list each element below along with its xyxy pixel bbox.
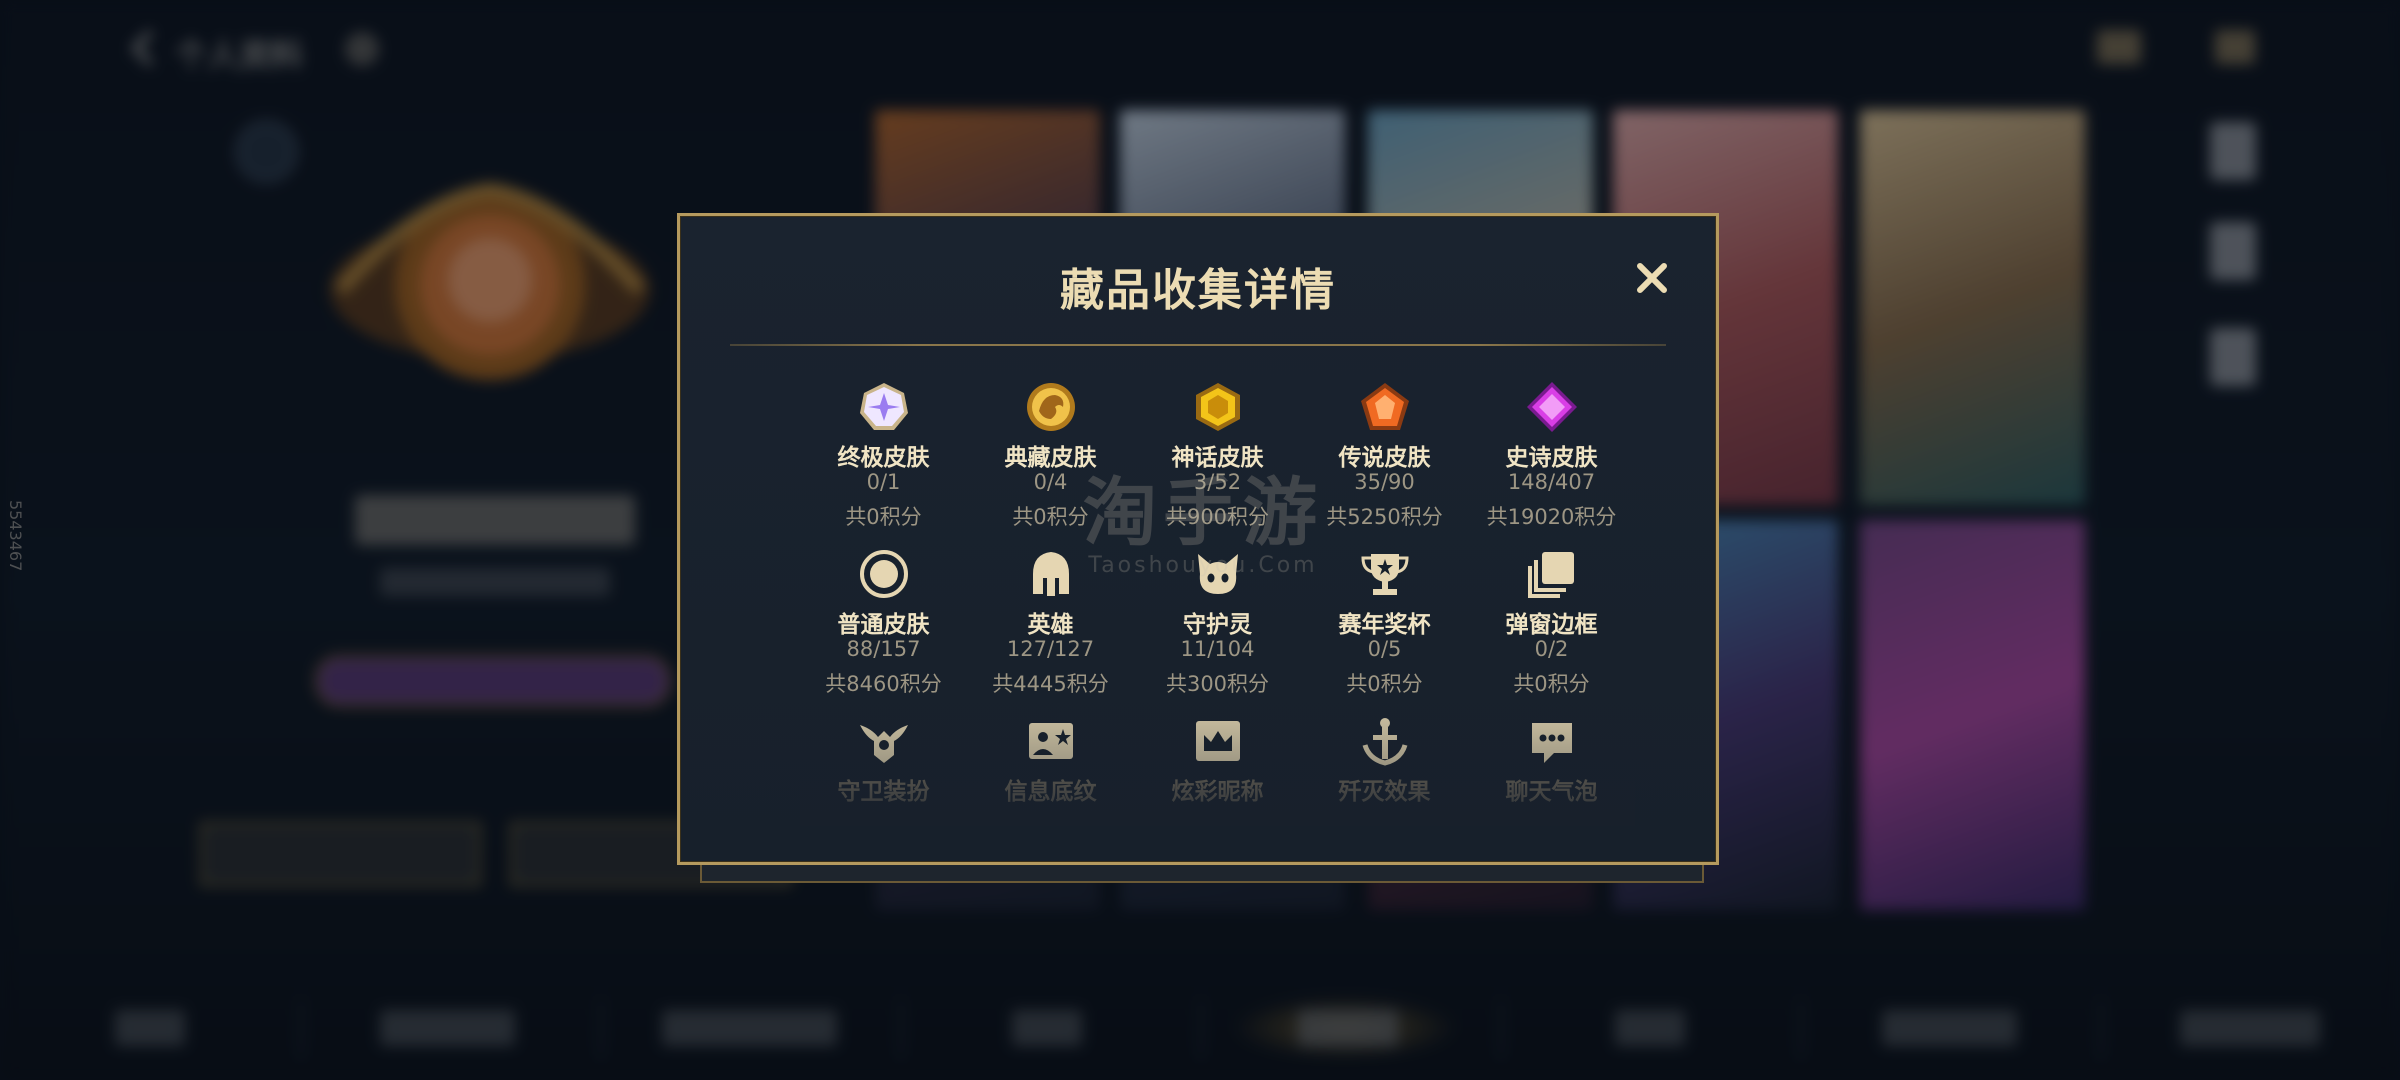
- collection-item-legendary-skin[interactable]: 传说皮肤 35/90 共5250积分: [1301, 373, 1468, 540]
- mythic-skin-icon: [1192, 381, 1244, 433]
- collection-item-ultimate-skin[interactable]: 终极皮肤 0/1 共0积分: [800, 373, 967, 540]
- hero-helmet-icon: [1025, 548, 1077, 600]
- close-icon[interactable]: [1630, 256, 1674, 300]
- collection-item-collection-skin[interactable]: 典藏皮肤 0/4 共0积分: [967, 373, 1134, 540]
- collection-item-guard-outfit[interactable]: 守卫装扮: [800, 707, 967, 874]
- guardian-spirit-icon: [1192, 548, 1244, 600]
- collection-item-popup-frame[interactable]: 弹窗边框 0/2 共0积分: [1468, 540, 1635, 707]
- collection-item-normal-skin[interactable]: 普通皮肤 88/157 共8460积分: [800, 540, 967, 707]
- collection-item-mythic-skin[interactable]: 神话皮肤 3/52 共900积分: [1134, 373, 1301, 540]
- collection-item-epic-skin[interactable]: 史诗皮肤 148/407 共19020积分: [1468, 373, 1635, 540]
- ultimate-skin-icon: [858, 381, 910, 433]
- title-divider: [730, 344, 1666, 346]
- collection-item-info-pattern[interactable]: 信息底纹: [967, 707, 1134, 874]
- season-trophy-icon: [1359, 548, 1411, 600]
- collection-item-chat-bubble[interactable]: 聊天气泡: [1468, 707, 1635, 874]
- annihilation-effect-icon: [1359, 715, 1411, 767]
- epic-skin-icon: [1526, 381, 1578, 433]
- collection-item-hero[interactable]: 英雄 127/127 共4445积分: [967, 540, 1134, 707]
- close-button[interactable]: [1630, 256, 1674, 300]
- popup-frame-icon: [1526, 548, 1578, 600]
- collection-details-dialog: 藏品收集详情 终极皮肤 0/1 共0积分 典藏皮肤 0/4 共0积分 神话皮肤 …: [677, 213, 1719, 865]
- collection-grid: 终极皮肤 0/1 共0积分 典藏皮肤 0/4 共0积分 神话皮肤 3/52 共9…: [800, 373, 1635, 874]
- dialog-title: 藏品收集详情: [1060, 265, 1336, 316]
- collection-skin-icon: [1025, 381, 1077, 433]
- colorful-nickname-icon: [1192, 715, 1244, 767]
- guard-outfit-icon: [858, 715, 910, 767]
- legendary-skin-icon: [1359, 381, 1411, 433]
- info-pattern-icon: [1025, 715, 1077, 767]
- collection-item-colorful-nickname[interactable]: 炫彩昵称: [1134, 707, 1301, 874]
- collection-item-annihilation-effect[interactable]: 歼灭效果: [1301, 707, 1468, 874]
- chat-bubble-icon: [1526, 715, 1578, 767]
- collection-item-season-trophy[interactable]: 赛年奖杯 0/5 共0积分: [1301, 540, 1468, 707]
- collection-item-guardian-spirit[interactable]: 守护灵 11/104 共300积分: [1134, 540, 1301, 707]
- normal-skin-icon: [858, 548, 910, 600]
